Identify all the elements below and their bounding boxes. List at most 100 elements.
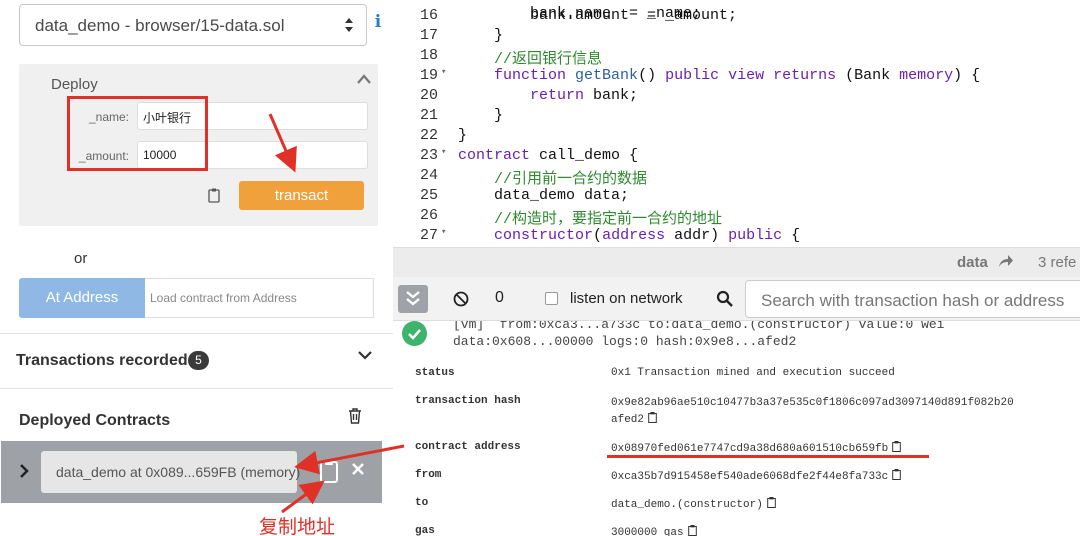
pending-transactions-count: 0: [495, 289, 504, 306]
code-text: contract call_demo {: [458, 147, 639, 164]
line-number: 27: [419, 227, 438, 244]
transactions-count-badge: 5: [188, 351, 209, 370]
code-editor[interactable]: bank.name = _name; 16 bank.amount = _amo…: [393, 0, 1080, 247]
detail-value-status: 0x1 Transaction mined and execution succ…: [611, 367, 895, 379]
to-text: data_demo.(constructor): [611, 499, 763, 511]
code-line: 18 //返回银行信息: [393, 47, 1080, 68]
contract-select[interactable]: data_demo - browser/15-data.sol: [19, 4, 367, 46]
fold-arrow-icon[interactable]: ▾: [441, 147, 446, 157]
tx-summary-line[interactable]: data:0x608...00000 logs:0 hash:0x9e8...a…: [453, 334, 796, 349]
line-number: 17: [419, 27, 438, 44]
clear-console-icon[interactable]: [453, 291, 469, 307]
code-line: 22}: [393, 127, 1080, 147]
at-address-input[interactable]: Load contract from Address: [145, 278, 374, 318]
chevron-down-icon[interactable]: [358, 349, 372, 361]
success-check-icon: [402, 321, 427, 346]
fold-arrow-icon[interactable]: ▾: [441, 67, 446, 77]
code-line: 17 }: [393, 27, 1080, 47]
line-number: 25: [419, 187, 438, 204]
deploy-title: Deploy: [51, 76, 98, 93]
code-line: 27 ▾ constructor(address addr) public {: [393, 227, 1080, 247]
line-number: 20: [419, 87, 438, 104]
at-address-button[interactable]: At Address: [19, 278, 145, 318]
info-icon[interactable]: i: [373, 12, 383, 34]
code-text: }: [458, 107, 504, 124]
detail-key-from: from: [415, 469, 442, 481]
line-number: 21: [419, 107, 438, 124]
code-text: data_demo data;: [458, 187, 630, 204]
transactions-recorded-title[interactable]: Transactions recorded:: [16, 352, 193, 370]
deployed-instance-label[interactable]: data_demo at 0x089...659FB (memory): [41, 451, 300, 493]
editor-status-bar: data 3 refe: [393, 247, 1080, 277]
contract-address-text: 0x08970fed061e7747cd9a38d680a601510cb659…: [611, 443, 889, 455]
line-number: 24: [419, 167, 438, 184]
clipboard-icon[interactable]: [319, 459, 339, 483]
code-text: }: [458, 27, 504, 44]
code-line: 26 //构造时，要指定前一合约的地址: [393, 207, 1080, 228]
divider: [0, 333, 393, 334]
code-text: //返回银行信息: [494, 51, 603, 68]
chevron-up-icon[interactable]: [357, 73, 371, 85]
collapse-terminal-button[interactable]: [398, 285, 428, 313]
double-chevron-down-icon: [406, 291, 420, 306]
code-line: 25 data_demo data;: [393, 187, 1080, 207]
contract-select-value: data_demo - browser/15-data.sol: [35, 16, 285, 35]
terminal-output: [vm] from:0xca3...a733c to:data_demo.(co…: [393, 321, 1080, 536]
trash-icon[interactable]: [348, 408, 362, 424]
code-line: 19 ▾ function getBank() public view retur…: [393, 67, 1080, 87]
clipboard-icon[interactable]: [892, 469, 902, 480]
annotation-underline: [607, 455, 929, 458]
search-transactions-input[interactable]: Search with transaction hash or address: [745, 280, 1080, 318]
line-number: 18: [419, 47, 438, 64]
code-line: 23 ▾ contract call_demo {: [393, 147, 1080, 167]
clipboard-icon[interactable]: [767, 497, 776, 508]
line-number: 26: [419, 207, 438, 224]
code-text: return bank;: [530, 87, 639, 104]
deployed-contracts-title: Deployed Contracts: [19, 412, 171, 429]
code-line: 20 return bank;: [393, 87, 1080, 107]
detail-value-gas: 3000000 gas: [611, 525, 697, 536]
deployed-instance-row: data_demo at 0x089...659FB (memory): [1, 441, 382, 503]
code-text: //构造时，要指定前一合约的地址: [494, 211, 723, 228]
code-text: //引用前一合约的数据: [494, 171, 648, 188]
listen-network-checkbox[interactable]: [545, 292, 558, 305]
detail-value-contract-address: 0x08970fed061e7747cd9a38d680a601510cb659…: [611, 441, 902, 455]
code-text: constructor(address addr) public {: [494, 227, 801, 244]
clipboard-icon[interactable]: [892, 441, 902, 452]
fold-arrow-icon[interactable]: ▾: [441, 227, 446, 237]
clipboard-icon[interactable]: [648, 412, 657, 423]
chevron-right-icon[interactable]: [19, 463, 29, 479]
reference-name: data: [957, 254, 988, 271]
code-line: 21 }: [393, 107, 1080, 127]
gas-text: 3000000 gas: [611, 527, 684, 536]
clipboard-icon[interactable]: [208, 188, 220, 203]
listen-network-label: listen on network: [570, 290, 683, 307]
detail-key-to: to: [415, 497, 429, 509]
code-line: 16 bank.amount = _amount;: [393, 7, 1080, 27]
code-text: bank.amount = _amount;: [458, 7, 738, 24]
detail-key-tx-hash: transaction hash: [415, 395, 521, 407]
close-icon[interactable]: [351, 461, 365, 477]
detail-key-gas: gas: [415, 525, 435, 536]
references-count: 3 refe: [1038, 254, 1077, 271]
from-address-text: 0xca35b7d915458ef540ade6068dfe2f44e8fa73…: [611, 471, 889, 483]
clipboard-icon[interactable]: [687, 525, 697, 536]
line-number: 16: [419, 7, 438, 24]
line-number: 19: [419, 67, 438, 84]
tx-summary-line[interactable]: [vm] from:0xca3...a733c to:data_demo.(co…: [453, 321, 944, 332]
detail-value-to: data_demo.(constructor): [611, 497, 776, 511]
code-line: 24 //引用前一合约的数据: [393, 167, 1080, 188]
share-icon[interactable]: [998, 254, 1014, 268]
transact-button[interactable]: transact: [239, 181, 364, 210]
line-number: 23: [419, 147, 438, 164]
tx-hash-text: 0x9e82ab96ae510c10477b3a37e535c0f1806c09…: [611, 397, 1014, 426]
code-text: }: [458, 127, 468, 144]
sort-icon: [345, 18, 353, 32]
detail-key-status: status: [415, 367, 455, 379]
search-icon: [716, 290, 733, 307]
code-text: function getBank() public view returns (…: [494, 67, 981, 84]
or-label: or: [74, 250, 88, 267]
detail-value-from: 0xca35b7d915458ef540ade6068dfe2f44e8fa73…: [611, 469, 902, 483]
detail-value-tx-hash: 0x9e82ab96ae510c10477b3a37e535c0f1806c09…: [611, 395, 1014, 429]
divider: [0, 388, 393, 389]
